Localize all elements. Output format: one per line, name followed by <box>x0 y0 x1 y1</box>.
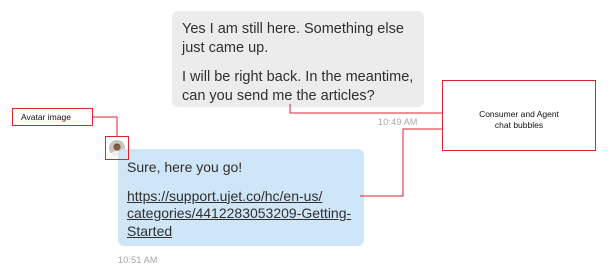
article-link-line-3: Started <box>127 222 173 239</box>
consumer-chat-bubble: Yes I am still here. Something else just… <box>172 11 424 107</box>
agent-chat-bubble: Sure, here you go! https://support.ujet.… <box>118 149 364 246</box>
avatar-annotation-box <box>105 136 129 160</box>
chat-bubbles-annotation-label: Consumer and Agent chat bubbles <box>442 80 596 151</box>
chat-bubbles-annotation-line-2: chat bubbles <box>494 120 544 130</box>
article-link-line-1: https://support.ujet.co/hc/en-us/ <box>127 187 323 204</box>
chat-bubbles-annotation-line-1: Consumer and Agent <box>479 109 559 119</box>
consumer-message-paragraph-2: I will be right back. In the meantime, c… <box>182 69 414 104</box>
agent-bubble-connector <box>360 128 442 197</box>
consumer-message-timestamp: 10:49 AM <box>378 117 418 127</box>
consumer-message-paragraph-1: Yes I am still here. Something else just… <box>182 21 404 56</box>
agent-message-timestamp: 10:51 AM <box>118 255 158 265</box>
article-link[interactable]: https://support.ujet.co/hc/en-us/ catego… <box>127 188 351 239</box>
avatar-annotation-label: Avatar image <box>12 108 93 126</box>
article-link-line-2: categories/4412283053209-Getting- <box>127 205 352 221</box>
agent-message-text: Sure, here you go! <box>127 159 243 175</box>
